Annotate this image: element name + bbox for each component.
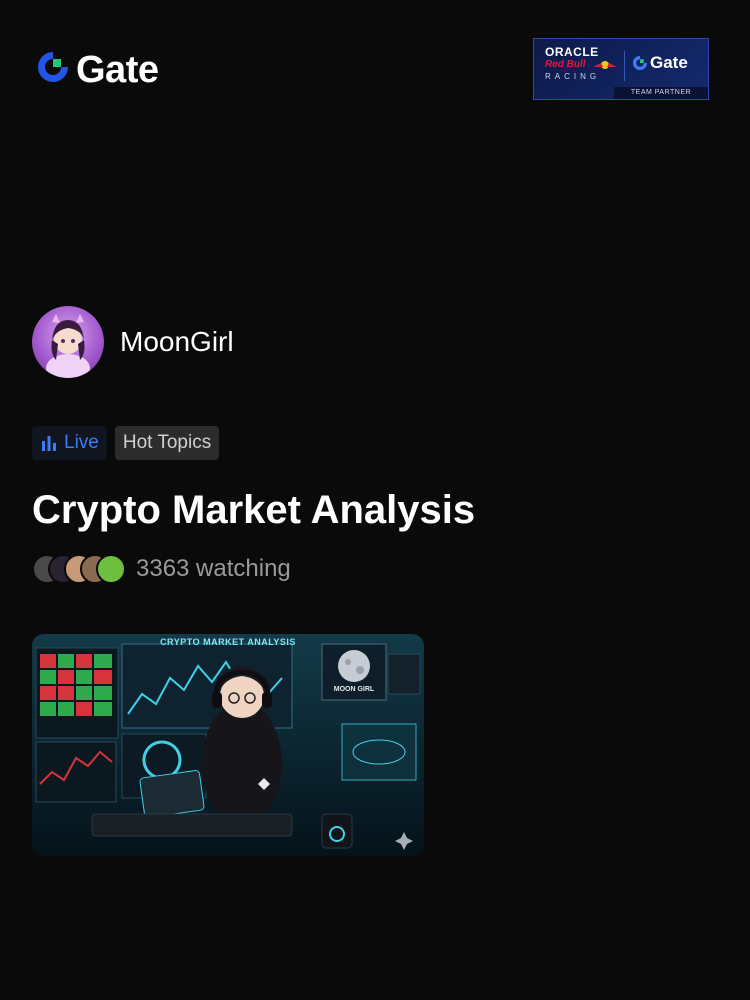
thumbnail-banner: CRYPTO MARKET ANALYSIS [160, 637, 296, 647]
live-tag: Live [32, 426, 107, 460]
host-name[interactable]: MoonGirl [120, 326, 234, 358]
stream-thumbnail[interactable]: CRYPTO MARKET ANALYSIS MOON GIRL [32, 634, 424, 856]
red-bull-text: Red Bull [545, 59, 586, 70]
partner-gate-logo: Gate [632, 53, 688, 73]
gate-logo[interactable]: Gate [36, 48, 159, 91]
partner-gate-text: Gate [650, 53, 688, 72]
live-label: Live [64, 432, 99, 453]
badge-divider [624, 51, 625, 81]
viewer-avatars [32, 554, 126, 584]
gate-logo-icon [36, 50, 70, 89]
watching-count: 3363 watching [136, 555, 291, 582]
stream-tags: Live Hot Topics [32, 426, 220, 460]
red-bull-logo-icon [592, 58, 618, 76]
viewer-info: 3363 watching [32, 554, 291, 584]
stream-title: Crypto Market Analysis [32, 488, 476, 532]
viewer-avatar [96, 554, 126, 584]
oracle-text: ORACLE [545, 45, 599, 59]
team-partner-label: TEAM PARTNER [614, 87, 708, 99]
live-bars-icon [42, 436, 56, 451]
gate-mini-icon [632, 55, 648, 71]
host-avatar[interactable] [32, 306, 104, 378]
thumbnail-badge: MOON GIRL [333, 686, 375, 693]
hot-topics-tag[interactable]: Hot Topics [114, 426, 220, 460]
team-partner-badge: ORACLE Red Bull RACING Gate TEAM PARTNER [533, 38, 709, 100]
gate-logo-text: Gate [76, 48, 159, 91]
host-info[interactable]: MoonGirl [32, 306, 234, 378]
